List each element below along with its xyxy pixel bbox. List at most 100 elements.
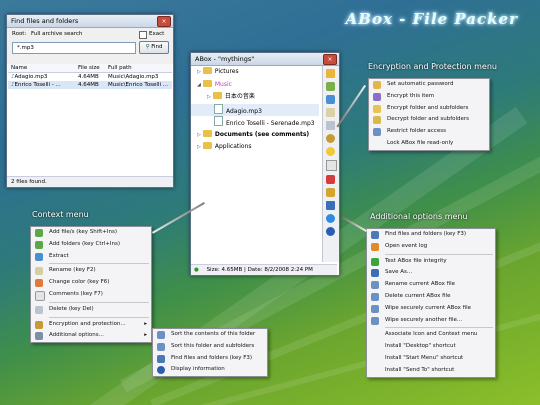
- wipe-icon: [371, 316, 379, 325]
- search-input[interactable]: *.mp3: [12, 42, 136, 54]
- lock-icon[interactable]: [326, 188, 335, 197]
- gear-icon: [35, 332, 43, 341]
- column-size[interactable]: File size: [76, 64, 106, 73]
- tree-item[interactable]: Adagio.mp3: [191, 103, 319, 116]
- menu-item-additional-options[interactable]: Additional options... ▸: [31, 330, 151, 342]
- menu-separator: [49, 316, 149, 318]
- delete-icon[interactable]: [326, 121, 335, 130]
- sort-icon: [157, 331, 165, 339]
- menu-item-find[interactable]: Find files and folders (key F3): [153, 353, 267, 365]
- menu-item-send-to-shortcut[interactable]: Install "Send To" shortcut: [367, 365, 495, 377]
- lock-icon: [373, 92, 381, 101]
- expand-toggle-icon[interactable]: ▷: [197, 144, 201, 150]
- tree-item[interactable]: ▷ Pictures: [191, 66, 319, 79]
- menu-item-wipe-current[interactable]: Wipe securely current ABox file: [367, 303, 495, 315]
- folder-icon: [212, 92, 222, 99]
- table-row[interactable]: ♪Adagio.mp3 4.64MB Music\Adagio.mp3: [8, 73, 172, 82]
- music-file-icon: [214, 103, 223, 114]
- menu-item-start-menu-shortcut[interactable]: Install "Start Menu" shortcut: [367, 353, 495, 365]
- tree-item[interactable]: ▷ 日本の音楽: [191, 91, 319, 104]
- menu-item-restrict-access[interactable]: Restrict folder access: [369, 126, 489, 138]
- tree-item-label: Adagio.mp3: [226, 107, 262, 115]
- menu-item-add-folders[interactable]: Add folders (key Ctrl+Ins): [31, 239, 151, 251]
- palette-icon: [35, 279, 43, 288]
- music-file-icon: [214, 116, 223, 126]
- close-button[interactable]: ×: [157, 16, 171, 27]
- menu-item-delete-file[interactable]: Delete current ABox file: [367, 291, 495, 303]
- table-row[interactable]: ♪Enrico Toselli - ... 4.64MB Music\Enric…: [8, 81, 172, 89]
- additional-submenu: Sort the contents of this folder Sort th…: [152, 328, 268, 378]
- rename-icon[interactable]: [326, 108, 335, 117]
- menu-item-encrypt-folder[interactable]: Encrypt folder and subfolders: [369, 103, 489, 115]
- info-icon[interactable]: [326, 227, 335, 236]
- menu-item-rename-file[interactable]: Rename current ABox file: [367, 279, 495, 291]
- key-icon: [373, 81, 381, 89]
- column-name[interactable]: Name: [8, 64, 76, 73]
- add-files-icon[interactable]: [326, 69, 335, 78]
- expand-toggle-icon[interactable]: ◢: [197, 82, 201, 88]
- menu-item-rename[interactable]: Rename (key F2): [31, 265, 151, 277]
- menu-separator: [385, 327, 493, 329]
- menu-item-add-files[interactable]: Add file/s (key Shift+Ins): [31, 227, 151, 239]
- tree-item[interactable]: Enrico Toselli - Serenade.mp3: [191, 116, 319, 129]
- menu-item-change-color[interactable]: Change color (key F6): [31, 277, 151, 289]
- tree-item[interactable]: ▷ Documents (see comments): [191, 129, 319, 142]
- save-icon[interactable]: [326, 201, 335, 210]
- menu-item-lock-readonly[interactable]: Lock ABox file read-only: [369, 138, 489, 150]
- menu-item-event-log[interactable]: Open event log: [367, 241, 495, 253]
- expand-toggle-icon[interactable]: ▷: [207, 94, 211, 100]
- delete-icon: [35, 305, 43, 314]
- menu-item-save-as[interactable]: Save As...: [367, 267, 495, 279]
- folder-unlock-icon: [373, 116, 381, 125]
- check-icon: [371, 257, 379, 266]
- add-file-icon: [35, 229, 43, 237]
- expand-toggle-icon[interactable]: ▷: [197, 69, 201, 75]
- encrypt-icon[interactable]: [326, 134, 335, 143]
- menu-item-find-files[interactable]: Find files and folders (key F3): [367, 229, 495, 241]
- menu-item-set-password[interactable]: Set automatic password: [369, 79, 489, 91]
- exact-checkbox[interactable]: [139, 31, 147, 39]
- find-button[interactable]: ⚲ Find: [139, 41, 169, 54]
- tree-item-label: Documents (see comments): [214, 130, 310, 138]
- find-window-titlebar[interactable]: Find files and folders ×: [7, 15, 173, 28]
- tree-item[interactable]: ◢ Music: [191, 79, 319, 92]
- menu-item-test-integrity[interactable]: Test ABox file integrity: [367, 256, 495, 268]
- save-icon: [371, 269, 379, 278]
- search-icon: ⚲: [145, 44, 150, 50]
- menu-item-decrypt-folder[interactable]: Decrypt folder and subfolders: [369, 114, 489, 126]
- results-table: Name File size Full path ♪Adagio.mp3 4.6…: [8, 64, 172, 89]
- close-button[interactable]: ×: [323, 54, 337, 65]
- encryption-menu-caption: Encryption and Protection menu: [368, 62, 497, 71]
- menu-item-delete[interactable]: Delete (key Del): [31, 304, 151, 316]
- tree-item[interactable]: ▷ Applications: [191, 141, 319, 154]
- folder-lock-icon: [373, 104, 381, 113]
- find-icon[interactable]: [326, 175, 335, 184]
- root-value[interactable]: Full archive search: [31, 31, 82, 37]
- sort-tree-icon: [157, 342, 165, 351]
- menu-item-associate-icon[interactable]: Associate Icon and Context menu: [367, 329, 495, 341]
- add-folder-icon[interactable]: [326, 82, 335, 91]
- expand-toggle-icon[interactable]: ▷: [197, 132, 201, 138]
- smiley-icon[interactable]: [326, 147, 335, 156]
- menu-item-encryption[interactable]: Encryption and protection... ▸: [31, 319, 151, 331]
- menu-item-sort-subfolders[interactable]: Sort this folder and subfolders: [153, 341, 267, 353]
- menu-item-desktop-shortcut[interactable]: Install "Desktop" shortcut: [367, 341, 495, 353]
- status-ok-icon: ●: [194, 267, 199, 273]
- menu-item-encrypt-item[interactable]: Encrypt this item: [369, 91, 489, 103]
- menu-separator: [49, 301, 149, 303]
- column-path[interactable]: Full path: [106, 64, 172, 73]
- menu-item-display-info[interactable]: Display information: [153, 364, 267, 376]
- add-icon[interactable]: [326, 214, 335, 223]
- shield-icon: [373, 128, 381, 137]
- menu-separator: [49, 263, 149, 265]
- submenu-arrow-icon: ▸: [144, 332, 147, 339]
- comments-icon[interactable]: [326, 160, 337, 171]
- menu-item-wipe-another[interactable]: Wipe securely another file...: [367, 315, 495, 327]
- menu-item-sort-folder[interactable]: Sort the contents of this folder: [153, 329, 267, 341]
- extract-icon: [35, 252, 43, 261]
- menu-item-extract[interactable]: Extract: [31, 251, 151, 263]
- menu-item-comments[interactable]: Comments (key F7): [31, 289, 151, 301]
- abox-titlebar[interactable]: ABox - "mythings" ×: [191, 53, 339, 66]
- extract-icon[interactable]: [326, 95, 335, 104]
- lock-icon: [35, 320, 43, 329]
